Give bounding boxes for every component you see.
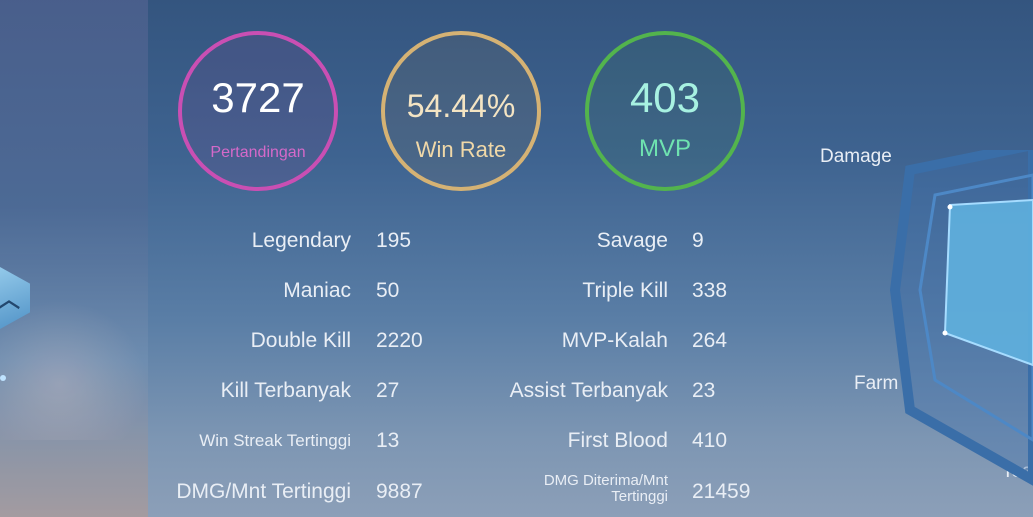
stat-label: First Blood (567, 429, 668, 452)
radar-label-damage: Damage (820, 146, 892, 167)
stat-value: 27 (376, 379, 400, 402)
stat-label: Triple Kill (582, 279, 668, 302)
win-rate-value: 54.44% (406, 88, 516, 124)
stat-value: 2220 (376, 329, 423, 352)
nav-indicator-dot (0, 375, 6, 381)
win-rate-label: Win Rate (415, 137, 507, 162)
stat-label-line: DMG Diterima/Mnt (543, 472, 668, 489)
stat-label: Double Kill (250, 329, 351, 352)
stat-label: Win Streak Tertinggi (199, 431, 351, 450)
matches-label: Pertandingan (210, 144, 306, 161)
stat-label: Savage (596, 229, 668, 252)
stat-label-line: Tertinggi (611, 488, 668, 505)
stat-value: 9887 (376, 480, 423, 503)
mvp-label: MVP (638, 135, 691, 162)
stat-value: 195 (376, 229, 412, 252)
cloud-decoration (0, 300, 148, 440)
stat-value: 410 (692, 429, 728, 452)
stat-value: 23 (692, 379, 716, 402)
matches-stat-circle: 3727 Pertandingan (178, 31, 338, 191)
stat-label: MVP-Kalah (561, 329, 668, 352)
stat-value: 264 (692, 329, 728, 352)
chevron-up-icon: ︿ (0, 287, 21, 312)
mvp-stat-circle: 403 MVP (585, 31, 745, 191)
stat-label: Kill Terbanyak (220, 379, 351, 402)
stat-value: 21459 (692, 480, 751, 503)
radar-point (947, 204, 953, 210)
stat-value: 13 (376, 429, 400, 452)
stat-label: DMG/Mnt Tertinggi (176, 480, 351, 503)
stat-value: 9 (692, 229, 704, 252)
matches-count: 3727 (211, 74, 305, 121)
stat-value: 338 (692, 279, 728, 302)
side-panel (0, 0, 148, 517)
stat-label: Legendary (251, 229, 351, 252)
stat-label: Maniac (283, 279, 351, 302)
stat-label: Assist Terbanyak (509, 379, 668, 402)
mvp-count: 403 (629, 74, 701, 121)
stat-value: 50 (376, 279, 400, 302)
stat-label-multiline: DMG Diterima/Mnt Tertinggi (544, 473, 668, 505)
radar-chart (890, 150, 1033, 486)
win-rate-stat-circle: 54.44% Win Rate (381, 31, 541, 191)
radar-point (942, 330, 948, 336)
